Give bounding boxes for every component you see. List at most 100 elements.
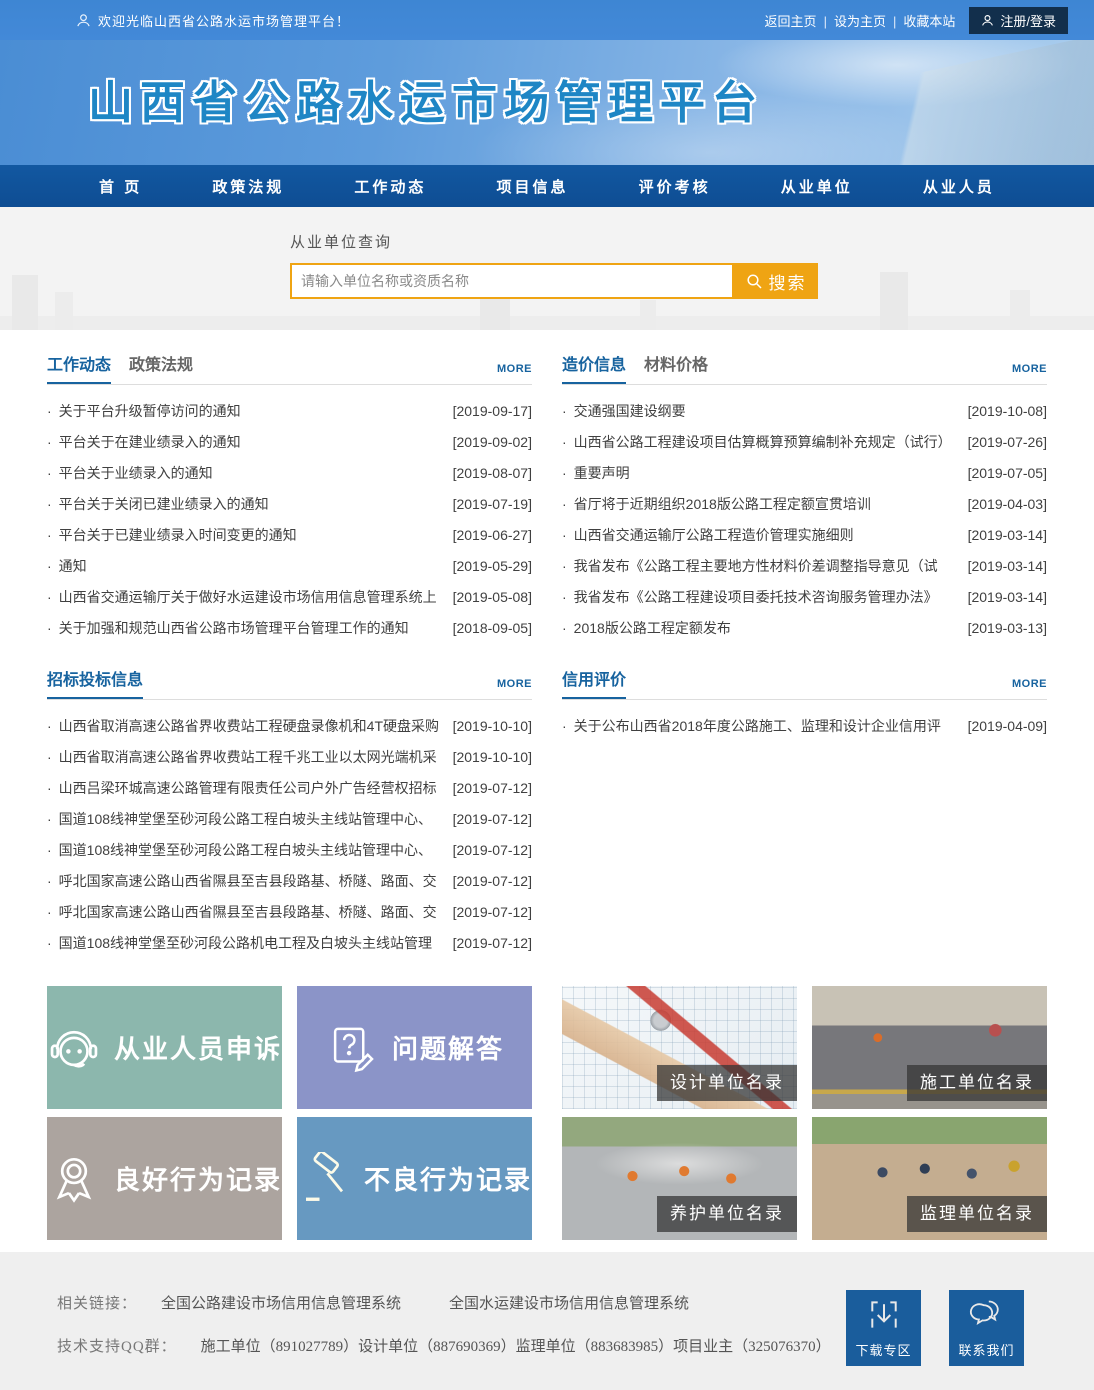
tile-question-answer[interactable]: 问题解答 xyxy=(297,986,532,1109)
list-item[interactable]: · 山西省交通运输厅关于做好水运建设市场信用信息管理系统上 [2019-05-0… xyxy=(47,581,532,612)
news-title[interactable]: 国道108线神堂堡至砂河段公路工程白坡头主线站管理中心、 xyxy=(59,809,447,829)
list-item[interactable]: · 山西吕梁环城高速公路管理有限责任公司户外广告经营权招标 [2019-07-1… xyxy=(47,772,532,803)
news-date: [2019-05-29] xyxy=(453,558,532,574)
list-item[interactable]: · 平台关于已建业绩录入时间变更的通知 [2019-06-27] xyxy=(47,519,532,550)
list-item[interactable]: · 交通强国建设纲要 [2019-10-08] xyxy=(562,395,1047,426)
topbar-link[interactable]: 返回主页 xyxy=(765,11,834,30)
nav-item[interactable]: 政策法规 xyxy=(212,176,284,197)
qq-support-label: 技术支持QQ群： xyxy=(57,1335,177,1356)
news-title[interactable]: 2018版公路工程定额发布 xyxy=(574,618,962,638)
login-register-button[interactable]: 注册/登录 xyxy=(969,7,1068,34)
topbar-link[interactable]: 设为主页 xyxy=(834,11,903,30)
list-item[interactable]: · 山西省公路工程建设项目估算概算预算编制补充规定（试行） [2019-07-2… xyxy=(562,426,1047,457)
news-title[interactable]: 国道108线神堂堡至砂河段公路工程白坡头主线站管理中心、 xyxy=(59,840,447,860)
news-title[interactable]: 关于公布山西省2018年度公路施工、监理和设计企业信用评 xyxy=(574,716,962,736)
search-button[interactable]: 搜索 xyxy=(734,263,818,299)
bullet: · xyxy=(47,718,52,734)
news-title[interactable]: 山西吕梁环城高速公路管理有限责任公司户外广告经营权招标 xyxy=(59,778,447,798)
tab-work-dynamics[interactable]: 工作动态 xyxy=(47,351,111,384)
list-item[interactable]: · 关于平台升级暂停访问的通知 [2019-09-17] xyxy=(47,395,532,426)
search-input[interactable] xyxy=(290,263,734,299)
quick-tiles: 从业人员申诉 问题解答 良好行为记录 xyxy=(47,986,532,1240)
more-link-cost[interactable]: MORE xyxy=(1012,363,1047,384)
bullet: · xyxy=(47,935,52,951)
news-title[interactable]: 平台关于业绩录入的通知 xyxy=(59,463,447,483)
contact-us-button[interactable]: 联系我们 xyxy=(949,1290,1024,1366)
gallery-design-units[interactable]: 设计单位名录 xyxy=(562,986,797,1109)
nav-item[interactable]: 首 页 xyxy=(99,176,142,197)
news-title[interactable]: 关于加强和规范山西省公路市场管理平台管理工作的通知 xyxy=(59,618,447,638)
news-title[interactable]: 呼北国家高速公路山西省隰县至吉县段路基、桥隧、路面、交 xyxy=(59,871,447,891)
list-item[interactable]: · 山西省交通运输厅公路工程造价管理实施细则 [2019-03-14] xyxy=(562,519,1047,550)
list-item[interactable]: · 平台关于关闭已建业绩录入的通知 [2019-07-19] xyxy=(47,488,532,519)
list-item[interactable]: · 重要声明 [2019-07-05] xyxy=(562,457,1047,488)
footer-links: 全国公路建设市场信用信息管理系统 全国水运建设市场信用信息管理系统 xyxy=(161,1292,689,1313)
news-date: [2019-09-17] xyxy=(453,403,532,419)
gallery-caption: 设计单位名录 xyxy=(657,1065,797,1101)
news-title[interactable]: 交通强国建设纲要 xyxy=(574,401,962,421)
nav-item[interactable]: 评价考核 xyxy=(639,176,711,197)
list-item[interactable]: · 国道108线神堂堡至砂河段公路工程白坡头主线站管理中心、 [2019-07-… xyxy=(47,834,532,865)
list-item[interactable]: · 关于公布山西省2018年度公路施工、监理和设计企业信用评 [2019-04-… xyxy=(562,710,1047,741)
list-item[interactable]: · 2018版公路工程定额发布 [2019-03-13] xyxy=(562,612,1047,643)
footer: 相关链接： 全国公路建设市场信用信息管理系统全国水运建设市场信用信息管理系统 技… xyxy=(0,1252,1094,1390)
list-item[interactable]: · 我省发布《公路工程主要地方性材料价差调整指导意见（试 [2019-03-14… xyxy=(562,550,1047,581)
tile-personnel-appeal[interactable]: 从业人员申诉 xyxy=(47,986,282,1109)
news-title[interactable]: 平台关于已建业绩录入时间变更的通知 xyxy=(59,525,447,545)
list-item[interactable]: · 平台关于在建业绩录入的通知 [2019-09-02] xyxy=(47,426,532,457)
news-date: [2019-09-02] xyxy=(453,434,532,450)
bullet: · xyxy=(47,403,52,419)
tab-bidding-info[interactable]: 招标投标信息 xyxy=(47,666,143,699)
news-title[interactable]: 山西省交通运输厅公路工程造价管理实施细则 xyxy=(574,525,962,545)
gallery-supervision-units[interactable]: 监理单位名录 xyxy=(812,1117,1047,1240)
list-item[interactable]: · 省厅将于近期组织2018版公路工程定额宣贯培训 [2019-04-03] xyxy=(562,488,1047,519)
user-icon xyxy=(981,14,994,27)
nav-item[interactable]: 项目信息 xyxy=(497,176,569,197)
search-icon xyxy=(746,273,763,290)
list-item[interactable]: · 国道108线神堂堡至砂河段公路机电工程及白坡头主线站管理 [2019-07-… xyxy=(47,927,532,958)
nav-item[interactable]: 从业单位 xyxy=(781,176,853,197)
gallery-caption: 施工单位名录 xyxy=(907,1065,1047,1101)
list-item[interactable]: · 山西省取消高速公路省界收费站工程千兆工业以太网光端机采 [2019-10-1… xyxy=(47,741,532,772)
list-item[interactable]: · 我省发布《公路工程建设项目委托技术咨询服务管理办法》 [2019-03-14… xyxy=(562,581,1047,612)
news-title[interactable]: 山西省交通运输厅关于做好水运建设市场信用信息管理系统上 xyxy=(59,587,447,607)
news-title[interactable]: 省厅将于近期组织2018版公路工程定额宣贯培训 xyxy=(574,494,962,514)
news-title[interactable]: 呼北国家高速公路山西省隰县至吉县段路基、桥隧、路面、交 xyxy=(59,902,447,922)
nav-item[interactable]: 从业人员 xyxy=(923,176,995,197)
news-title[interactable]: 我省发布《公路工程主要地方性材料价差调整指导意见（试 xyxy=(574,556,962,576)
tab-policy-regulations[interactable]: 政策法规 xyxy=(129,351,193,384)
more-link-work[interactable]: MORE xyxy=(497,363,532,384)
list-item[interactable]: · 呼北国家高速公路山西省隰县至吉县段路基、桥隧、路面、交 [2019-07-1… xyxy=(47,865,532,896)
tab-material-prices[interactable]: 材料价格 xyxy=(644,351,708,384)
gallery-maintenance-units[interactable]: 养护单位名录 xyxy=(562,1117,797,1240)
tab-credit-evaluation[interactable]: 信用评价 xyxy=(562,666,626,699)
tile-good-behavior[interactable]: 良好行为记录 xyxy=(47,1117,282,1240)
news-title[interactable]: 通知 xyxy=(59,556,447,576)
news-title[interactable]: 重要声明 xyxy=(574,463,962,483)
topbar-link[interactable]: 收藏本站 xyxy=(903,11,955,30)
news-title[interactable]: 山西省取消高速公路省界收费站工程硬盘录像机和4T硬盘采购 xyxy=(59,716,447,736)
news-title[interactable]: 关于平台升级暂停访问的通知 xyxy=(59,401,447,421)
more-link-bidding[interactable]: MORE xyxy=(497,678,532,699)
footer-link[interactable]: 全国水运建设市场信用信息管理系统 xyxy=(449,1292,689,1313)
news-title[interactable]: 我省发布《公路工程建设项目委托技术咨询服务管理办法》 xyxy=(574,587,962,607)
download-zone-button[interactable]: 下载专区 xyxy=(846,1290,921,1366)
list-item[interactable]: · 国道108线神堂堡至砂河段公路工程白坡头主线站管理中心、 [2019-07-… xyxy=(47,803,532,834)
news-title[interactable]: 平台关于在建业绩录入的通知 xyxy=(59,432,447,452)
list-item[interactable]: · 通知 [2019-05-29] xyxy=(47,550,532,581)
tile-bad-behavior[interactable]: 不良行为记录 xyxy=(297,1117,532,1240)
footer-link[interactable]: 全国公路建设市场信用信息管理系统 xyxy=(161,1292,401,1313)
news-title[interactable]: 国道108线神堂堡至砂河段公路机电工程及白坡头主线站管理 xyxy=(59,933,447,953)
more-link-credit[interactable]: MORE xyxy=(1012,678,1047,699)
news-title[interactable]: 山西省公路工程建设项目估算概算预算编制补充规定（试行） xyxy=(574,432,962,452)
news-title[interactable]: 山西省取消高速公路省界收费站工程千兆工业以太网光端机采 xyxy=(59,747,447,767)
list-item[interactable]: · 关于加强和规范山西省公路市场管理平台管理工作的通知 [2018-09-05] xyxy=(47,612,532,643)
nav-item[interactable]: 工作动态 xyxy=(354,176,426,197)
news-title[interactable]: 平台关于关闭已建业绩录入的通知 xyxy=(59,494,447,514)
list-item[interactable]: · 平台关于业绩录入的通知 [2019-08-07] xyxy=(47,457,532,488)
list-item[interactable]: · 呼北国家高速公路山西省隰县至吉县段路基、桥隧、路面、交 [2019-07-1… xyxy=(47,896,532,927)
list-item[interactable]: · 山西省取消高速公路省界收费站工程硬盘录像机和4T硬盘采购 [2019-10-… xyxy=(47,710,532,741)
tab-cost-info[interactable]: 造价信息 xyxy=(562,351,626,384)
gallery-construction-units[interactable]: 施工单位名录 xyxy=(812,986,1047,1109)
bullet: · xyxy=(562,589,567,605)
